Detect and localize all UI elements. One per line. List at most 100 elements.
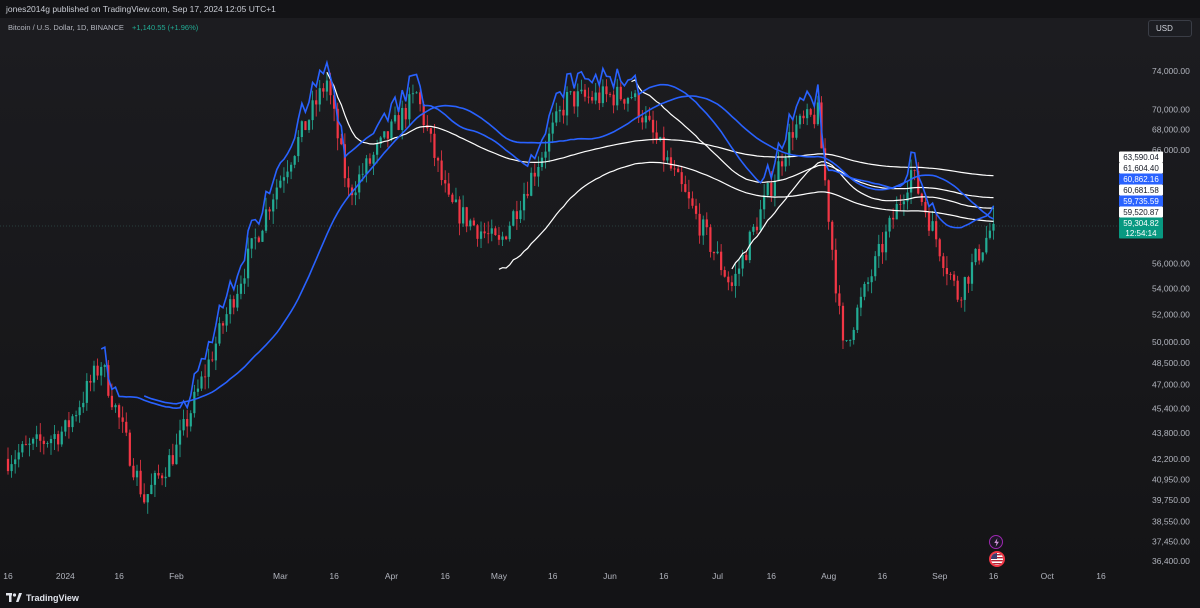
time-axis[interactable]: 16 2024 16 Feb Mar 16 Apr 16 May 16 Jun 16 Jul 16 Aug 1… bbox=[3, 571, 1106, 581]
candle-body bbox=[988, 230, 992, 238]
candle-body bbox=[293, 156, 296, 165]
footer-bar: TradingView bbox=[0, 590, 1200, 608]
time-axis-label: Mar bbox=[273, 571, 288, 581]
candle-body bbox=[551, 122, 554, 134]
candle-body bbox=[841, 305, 845, 341]
candle-body bbox=[110, 395, 114, 408]
candle-body bbox=[780, 161, 784, 167]
candle-body bbox=[361, 173, 364, 175]
candle-body bbox=[60, 431, 63, 445]
price-axis-label: 74,000.00 bbox=[1152, 66, 1190, 76]
candle-body bbox=[978, 248, 981, 261]
us-flag-icon[interactable] bbox=[989, 551, 1005, 567]
time-axis-label: Jun bbox=[603, 571, 617, 581]
candle-body bbox=[737, 268, 741, 274]
time-axis-label: 16 bbox=[440, 571, 450, 581]
candle-body bbox=[415, 92, 418, 94]
candle-body bbox=[479, 231, 483, 239]
candle-body bbox=[562, 109, 565, 116]
price-tag-label: 60,862.16 bbox=[1123, 175, 1159, 184]
candle-body bbox=[207, 359, 210, 377]
candle-body bbox=[64, 420, 67, 432]
candle-body bbox=[759, 209, 762, 231]
candle-body bbox=[368, 158, 372, 164]
candle-body bbox=[401, 107, 404, 130]
candle-body bbox=[422, 104, 425, 126]
candle-body bbox=[580, 89, 583, 92]
candle-body bbox=[608, 94, 612, 96]
candle-body bbox=[648, 115, 651, 120]
candle-body bbox=[960, 299, 963, 301]
price-chart[interactable]: 74,000.0070,000.0068,000.0066,000.0056,0… bbox=[0, 0, 1200, 608]
time-axis-label: 16 bbox=[878, 571, 888, 581]
price-tags: 63,590.04 61,604.40 60,862.16 60,681.58 59,7… bbox=[1119, 151, 1163, 239]
lightning-icon[interactable] bbox=[989, 535, 1003, 549]
symbol-legend[interactable]: Bitcoin / U.S. Dollar, 1D, BINANCE +1,14… bbox=[8, 23, 198, 32]
tradingview-logo-icon bbox=[6, 593, 22, 602]
candle-body bbox=[687, 191, 690, 199]
candle-body bbox=[454, 199, 458, 203]
candle-body bbox=[171, 455, 174, 465]
candle-body bbox=[927, 212, 931, 231]
candle-body bbox=[465, 207, 468, 227]
candle-body bbox=[146, 494, 149, 503]
price-axis-label: 52,000.00 bbox=[1152, 310, 1190, 320]
candle-body bbox=[573, 91, 576, 107]
candle-body bbox=[57, 434, 60, 445]
candle-body bbox=[157, 472, 160, 476]
candle-body bbox=[483, 231, 486, 234]
candle-body bbox=[501, 236, 504, 240]
candle-body bbox=[755, 226, 759, 231]
candle-body bbox=[135, 470, 139, 478]
candle-body bbox=[487, 233, 490, 235]
candle-body bbox=[834, 249, 837, 294]
candle-body bbox=[637, 93, 640, 118]
candle-body bbox=[598, 92, 601, 104]
candle-body bbox=[827, 180, 830, 222]
price-axis-label: 38,550.00 bbox=[1152, 516, 1190, 526]
candle-body bbox=[282, 177, 286, 181]
candle-body bbox=[634, 93, 637, 98]
candle-body bbox=[275, 187, 278, 200]
candle-body bbox=[505, 236, 508, 240]
candle-body bbox=[436, 157, 440, 161]
candle-body bbox=[569, 91, 572, 93]
price-tag-label: 59,520.87 bbox=[1123, 208, 1159, 217]
candle-body bbox=[243, 278, 246, 284]
symbol-title: Bitcoin / U.S. Dollar, 1D, BINANCE bbox=[8, 23, 124, 32]
candle-body bbox=[408, 94, 411, 120]
candle-body bbox=[186, 419, 189, 427]
currency-button[interactable]: USD bbox=[1148, 20, 1192, 37]
candle-body bbox=[221, 323, 225, 326]
candle-body bbox=[662, 137, 665, 161]
candle-body bbox=[67, 420, 71, 428]
candle-body bbox=[974, 248, 977, 263]
candle-body bbox=[877, 243, 880, 257]
candle-body bbox=[583, 89, 587, 97]
candle-body bbox=[727, 276, 730, 283]
candle-body bbox=[845, 340, 848, 341]
candle-body bbox=[530, 172, 533, 196]
candle-body bbox=[117, 405, 121, 418]
candle-body bbox=[82, 402, 85, 408]
time-axis-label: Aug bbox=[821, 571, 836, 581]
candle-body bbox=[784, 157, 787, 167]
candle-body bbox=[354, 192, 357, 196]
price-axis-label: 54,000.00 bbox=[1152, 284, 1190, 294]
candle-body bbox=[920, 193, 923, 202]
candle-body bbox=[153, 472, 157, 485]
candle-body bbox=[458, 199, 461, 224]
candle-body bbox=[150, 484, 153, 495]
candle-body bbox=[555, 111, 558, 123]
candle-body bbox=[229, 299, 232, 315]
candle-body bbox=[519, 210, 522, 220]
candle-body bbox=[952, 274, 956, 281]
candle-body bbox=[888, 217, 891, 232]
tradingview-logo[interactable]: TradingView bbox=[6, 593, 79, 603]
chart-background bbox=[0, 18, 1200, 590]
candle-body bbox=[895, 203, 898, 220]
candle-body bbox=[712, 251, 716, 254]
candle-body bbox=[125, 421, 128, 433]
price-axis-label: 56,000.00 bbox=[1152, 258, 1190, 268]
candle-body bbox=[139, 470, 142, 495]
